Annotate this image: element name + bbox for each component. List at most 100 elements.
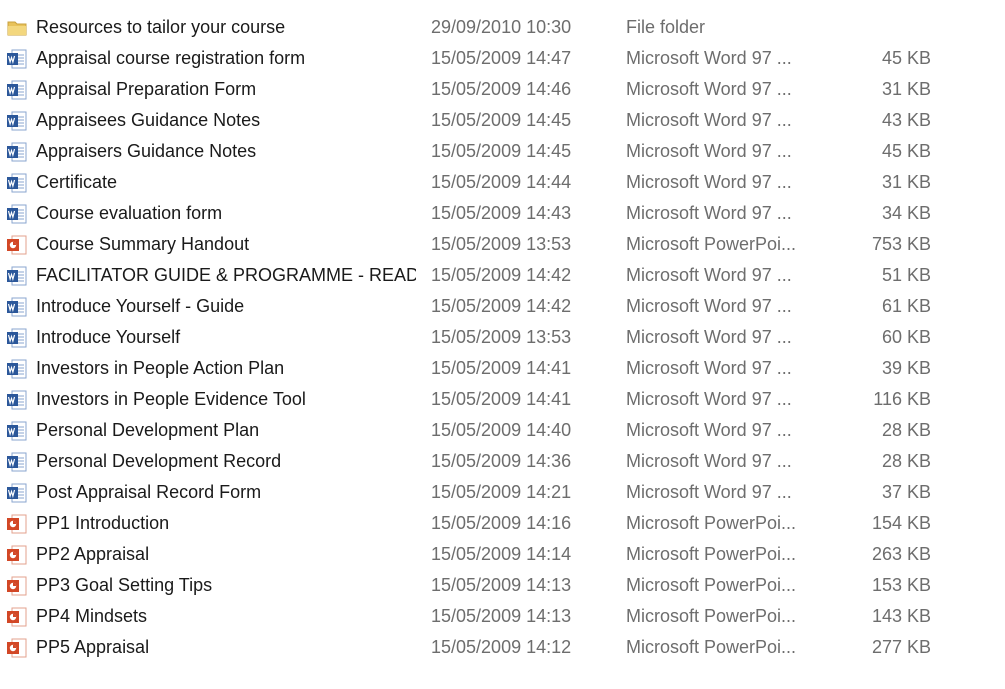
file-type: Microsoft Word 97 ... bbox=[626, 172, 792, 192]
file-row[interactable]: Course Summary Handout 15/05/2009 13:53 Mi… bbox=[0, 229, 1005, 260]
file-row[interactable]: Certificate 15/05/2009 14:44 Microsoft Wor… bbox=[0, 167, 1005, 198]
file-size: 154 KB bbox=[871, 513, 931, 533]
file-type: Microsoft PowerPoi... bbox=[626, 575, 797, 595]
file-date-modified: 15/05/2009 13:53 bbox=[431, 234, 572, 254]
file-type: File folder bbox=[626, 17, 706, 37]
file-type: Microsoft Word 97 ... bbox=[626, 358, 792, 378]
file-date-modified: 15/05/2009 14:16 bbox=[431, 513, 572, 533]
file-date-modified: 15/05/2009 14:46 bbox=[431, 79, 572, 99]
powerpoint-icon bbox=[6, 606, 28, 628]
word-doc-icon bbox=[6, 420, 28, 442]
file-row[interactable]: Course evaluation form 15/05/2009 14:43 Mi… bbox=[0, 198, 1005, 229]
powerpoint-icon bbox=[6, 575, 28, 597]
file-date-modified: 15/05/2009 14:42 bbox=[431, 296, 572, 316]
file-date-modified: 15/05/2009 14:42 bbox=[431, 265, 572, 285]
file-date-modified: 15/05/2009 14:47 bbox=[431, 48, 572, 68]
file-date-modified: 29/09/2010 10:30 bbox=[431, 17, 572, 37]
file-date-modified: 15/05/2009 14:21 bbox=[431, 482, 572, 502]
file-size: 51 KB bbox=[881, 265, 931, 285]
word-doc-icon bbox=[6, 203, 28, 225]
file-row[interactable]: Post Appraisal Record Form 15/05/2009 14:… bbox=[0, 477, 1005, 508]
word-doc-icon bbox=[6, 327, 28, 349]
file-row[interactable]: PP5 Appraisal 15/05/2009 14:12 Microsoft P… bbox=[0, 632, 1005, 663]
file-name: Course evaluation form bbox=[36, 203, 223, 223]
file-size: 277 KB bbox=[871, 637, 931, 657]
file-size: 28 KB bbox=[881, 451, 931, 471]
file-type: Microsoft PowerPoi... bbox=[626, 234, 797, 254]
file-date-modified: 15/05/2009 14:44 bbox=[431, 172, 572, 192]
file-row[interactable]: PP2 Appraisal 15/05/2009 14:14 Microsoft P… bbox=[0, 539, 1005, 570]
word-doc-icon bbox=[6, 389, 28, 411]
file-name: Introduce Yourself - Guide bbox=[36, 296, 245, 316]
file-row[interactable]: PP4 Mindsets 15/05/2009 14:13 Microsoft Po… bbox=[0, 601, 1005, 632]
file-name: Post Appraisal Record Form bbox=[36, 482, 262, 502]
file-type: Microsoft PowerPoi... bbox=[626, 544, 797, 564]
file-name: Appraisal Preparation Form bbox=[36, 79, 257, 99]
file-type: Microsoft PowerPoi... bbox=[626, 637, 797, 657]
file-list: Resources to tailor your course 29/09/201… bbox=[0, 12, 1005, 663]
file-size: 143 KB bbox=[871, 606, 931, 626]
file-type: Microsoft Word 97 ... bbox=[626, 327, 792, 347]
word-doc-icon bbox=[6, 110, 28, 132]
file-date-modified: 15/05/2009 14:13 bbox=[431, 575, 572, 595]
file-row[interactable]: Introduce Yourself 15/05/2009 13:53 Micros… bbox=[0, 322, 1005, 353]
file-row[interactable]: Investors in People Evidence Tool 15/05/2… bbox=[0, 384, 1005, 415]
file-name: Appraisers Guidance Notes bbox=[36, 141, 257, 161]
file-name: Resources to tailor your course bbox=[36, 17, 286, 37]
file-type: Microsoft Word 97 ... bbox=[626, 79, 792, 99]
file-name: PP1 Introduction bbox=[36, 513, 170, 533]
file-type: Microsoft Word 97 ... bbox=[626, 203, 792, 223]
file-type: Microsoft Word 97 ... bbox=[626, 265, 792, 285]
file-row[interactable]: PP1 Introduction 15/05/2009 14:16 Microsof… bbox=[0, 508, 1005, 539]
powerpoint-icon bbox=[6, 544, 28, 566]
file-size: 753 KB bbox=[871, 234, 931, 254]
file-date-modified: 15/05/2009 14:13 bbox=[431, 606, 572, 626]
file-name: Course Summary Handout bbox=[36, 234, 250, 254]
file-size: 263 KB bbox=[871, 544, 931, 564]
word-doc-icon bbox=[6, 265, 28, 287]
file-name: Introduce Yourself bbox=[36, 327, 181, 347]
file-row[interactable]: Personal Development Record 15/05/2009 14… bbox=[0, 446, 1005, 477]
file-size: 31 KB bbox=[881, 79, 931, 99]
file-row[interactable]: PP3 Goal Setting Tips 15/05/2009 14:13 Mic… bbox=[0, 570, 1005, 601]
file-row[interactable]: Introduce Yourself - Guide 15/05/2009 14:… bbox=[0, 291, 1005, 322]
file-size: 45 KB bbox=[881, 48, 931, 68]
file-row[interactable]: Personal Development Plan 15/05/2009 14:4… bbox=[0, 415, 1005, 446]
file-size: 153 KB bbox=[871, 575, 931, 595]
file-date-modified: 15/05/2009 13:53 bbox=[431, 327, 572, 347]
file-name: PP4 Mindsets bbox=[36, 606, 148, 626]
file-row[interactable]: Appraisal course registration form 15/05/… bbox=[0, 43, 1005, 74]
word-doc-icon bbox=[6, 172, 28, 194]
folder-icon bbox=[6, 17, 28, 39]
file-size: 43 KB bbox=[881, 110, 931, 130]
file-date-modified: 15/05/2009 14:40 bbox=[431, 420, 572, 440]
file-size: 31 KB bbox=[881, 172, 931, 192]
word-doc-icon bbox=[6, 296, 28, 318]
file-row[interactable]: Investors in People Action Plan 15/05/200… bbox=[0, 353, 1005, 384]
powerpoint-icon bbox=[6, 513, 28, 535]
file-row[interactable]: Appraisers Guidance Notes 15/05/2009 14:4… bbox=[0, 136, 1005, 167]
word-doc-icon bbox=[6, 141, 28, 163]
file-row[interactable]: Appraisal Preparation Form 15/05/2009 14:… bbox=[0, 74, 1005, 105]
file-size: 37 KB bbox=[881, 482, 931, 502]
file-type: Microsoft PowerPoi... bbox=[626, 606, 797, 626]
file-row[interactable]: FACILITATOR GUIDE & PROGRAMME - READ... 1… bbox=[0, 260, 1005, 291]
powerpoint-icon bbox=[6, 637, 28, 659]
file-row[interactable]: Appraisees Guidance Notes 15/05/2009 14:4… bbox=[0, 105, 1005, 136]
word-doc-icon bbox=[6, 358, 28, 380]
word-doc-icon bbox=[6, 482, 28, 504]
file-size: 39 KB bbox=[881, 358, 931, 378]
file-row[interactable]: Resources to tailor your course 29/09/201… bbox=[0, 12, 1005, 43]
file-date-modified: 15/05/2009 14:45 bbox=[431, 141, 572, 161]
file-date-modified: 15/05/2009 14:41 bbox=[431, 389, 572, 409]
word-doc-icon bbox=[6, 451, 28, 473]
file-name: PP5 Appraisal bbox=[36, 637, 150, 657]
file-type: Microsoft Word 97 ... bbox=[626, 420, 792, 440]
file-type: Microsoft PowerPoi... bbox=[626, 513, 797, 533]
file-date-modified: 15/05/2009 14:36 bbox=[431, 451, 572, 471]
file-date-modified: 15/05/2009 14:12 bbox=[431, 637, 572, 657]
file-size bbox=[820, 12, 931, 43]
file-type: Microsoft Word 97 ... bbox=[626, 110, 792, 130]
file-name: PP2 Appraisal bbox=[36, 544, 150, 564]
file-size: 61 KB bbox=[881, 296, 931, 316]
